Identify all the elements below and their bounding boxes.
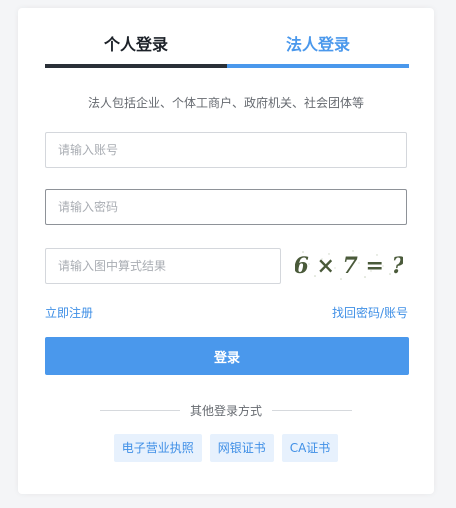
divider-line-right: [272, 410, 353, 411]
legal-login-description: 法人包括企业、个体工商户、政府机关、社会团体等: [87, 96, 364, 110]
register-link[interactable]: 立即注册: [45, 304, 93, 321]
captcha-text: 6 × 7 = ?: [295, 253, 403, 279]
method-bank-certificate[interactable]: 网银证书: [209, 434, 274, 462]
divider-line-left: [100, 410, 180, 411]
method-business-license[interactable]: 电子营业执照: [113, 434, 202, 462]
captcha-image[interactable]: 6 × 7 = ?: [295, 246, 403, 284]
other-login-label: 其他登录方式: [190, 404, 263, 418]
account-input[interactable]: [45, 132, 407, 168]
login-card: 个人登录 法人登录 法人包括企业、个体工商户、政府机关、社会团体等 6 × 7 …: [18, 8, 434, 494]
password-input[interactable]: [45, 189, 407, 225]
tab-legal-login[interactable]: 法人登录: [227, 26, 409, 68]
forgot-password-link[interactable]: 找回密码/账号: [332, 304, 408, 321]
login-tabs: 个人登录 法人登录: [45, 26, 409, 68]
login-button[interactable]: 登录: [45, 337, 409, 375]
other-login-methods: 电子营业执照 网银证书 CA证书: [18, 434, 434, 462]
other-login-divider: 其他登录方式: [100, 402, 353, 419]
method-ca-certificate[interactable]: CA证书: [281, 434, 339, 462]
tab-personal-login[interactable]: 个人登录: [45, 26, 227, 68]
captcha-input[interactable]: [45, 248, 281, 284]
